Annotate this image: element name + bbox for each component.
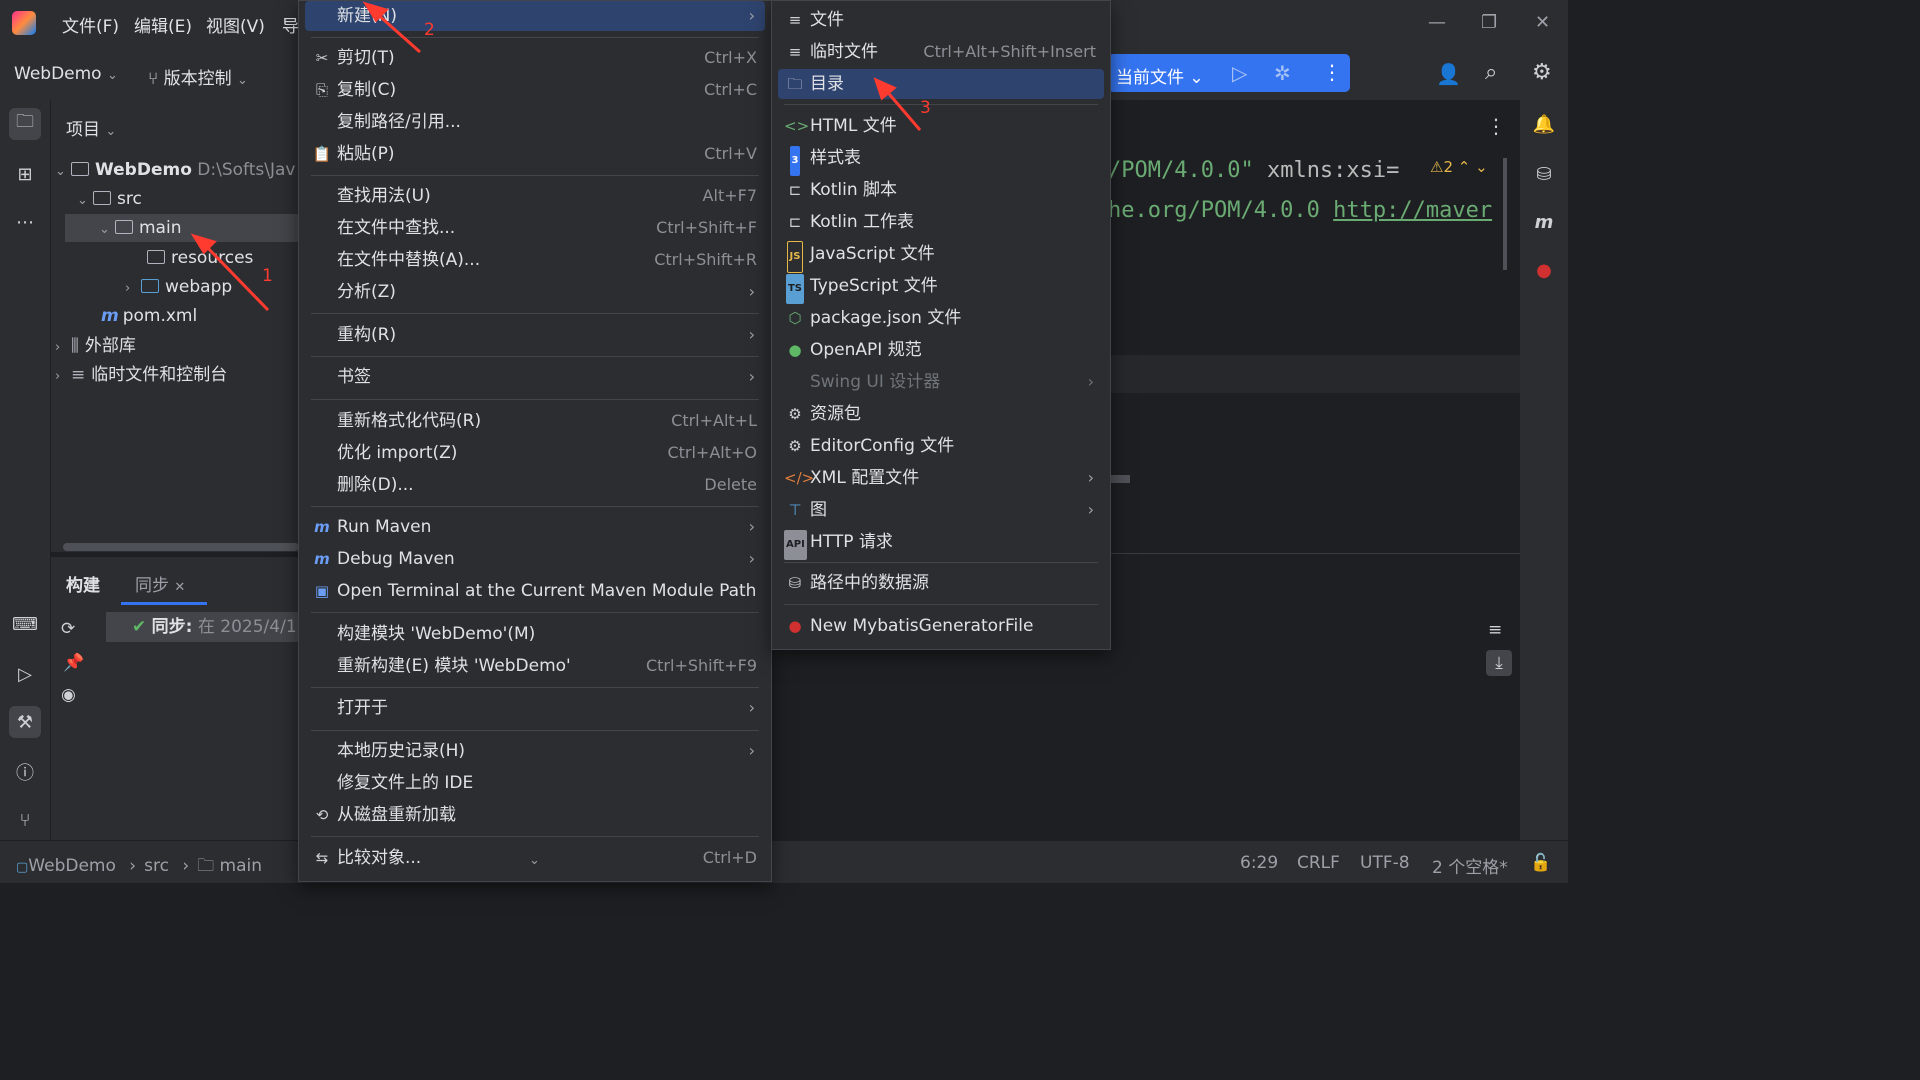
annotation-1: 1 [262,266,273,286]
annotation-3: 3 [920,98,931,118]
annotation-2: 2 [424,20,435,40]
annotation-overlay [190,1,922,312]
annotation-arrow-1 [202,242,270,312]
annotation-arrow-2 [374,10,421,54]
annotation-arrow-3 [882,87,922,131]
